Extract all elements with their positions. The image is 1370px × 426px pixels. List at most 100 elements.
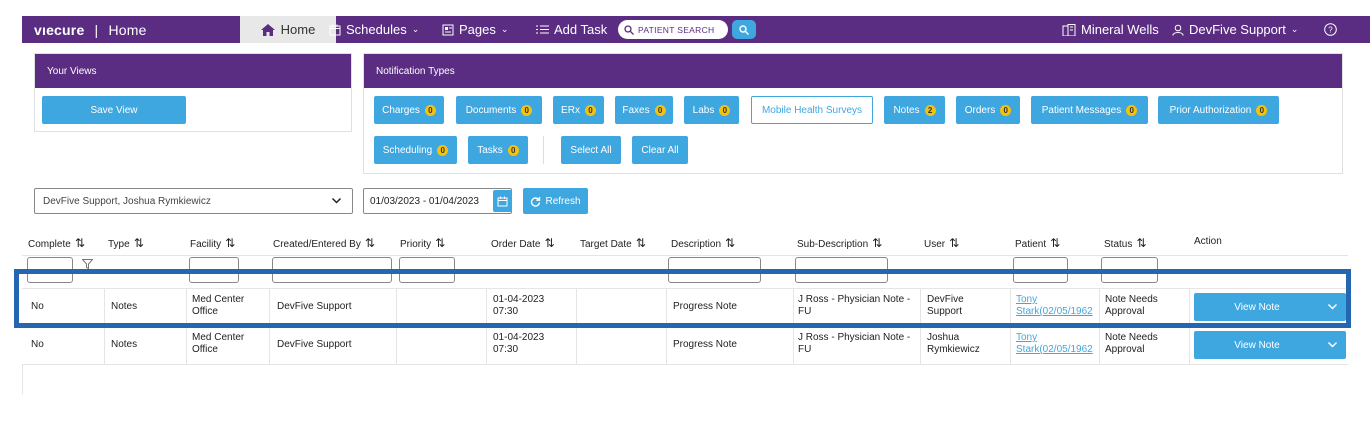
row-divider — [22, 288, 1348, 289]
header-created-by-label: Created/Entered By — [273, 239, 361, 250]
header-user-label: User — [924, 239, 946, 250]
view-note-label: View Note — [1234, 339, 1280, 351]
header-action: Action — [1194, 236, 1222, 247]
refresh-label: Refresh — [545, 195, 581, 207]
search-button[interactable] — [732, 20, 756, 39]
nav-home[interactable]: Home — [240, 16, 336, 43]
cell-complete: No — [31, 301, 44, 312]
notif-orders-button[interactable]: Orders 0 — [956, 96, 1020, 124]
clear-all-button[interactable]: Clear All — [632, 136, 688, 164]
save-view-button[interactable]: Save View — [42, 96, 186, 124]
your-views-title: Your Views — [35, 54, 351, 88]
notif-documents-button[interactable]: Documents 0 — [456, 96, 542, 124]
notif-charges-button[interactable]: Charges 0 — [374, 96, 444, 124]
select-all-button[interactable]: Select All — [561, 136, 621, 164]
sort-icon: ⇅ — [435, 236, 446, 250]
filter-patient[interactable] — [1013, 257, 1068, 283]
filter-sub-description[interactable] — [795, 257, 888, 283]
cell-order-date: 01-04-2023 07:30 — [493, 294, 545, 317]
brand[interactable]: vıecure | Home — [22, 22, 147, 38]
patient-link-line2: Stark(02/05/1962 — [1016, 306, 1093, 317]
filter-description[interactable] — [668, 257, 761, 283]
header-complete[interactable]: Complete ⇅ — [28, 236, 85, 250]
notif-orders-count: 0 — [1000, 104, 1012, 116]
filter-status[interactable] — [1101, 257, 1158, 283]
date-picker-button[interactable] — [493, 190, 512, 212]
notif-scheduling-button[interactable]: Scheduling 0 — [374, 136, 457, 164]
sort-icon: ⇅ — [872, 236, 883, 250]
header-status[interactable]: Status ⇅ — [1104, 236, 1146, 250]
notif-faxes-button[interactable]: Faxes 0 — [615, 96, 673, 124]
provider-select[interactable]: DevFive Support, Joshua Rymkiewicz — [34, 188, 353, 214]
building-icon — [1062, 23, 1076, 36]
svg-text:?: ? — [1328, 26, 1333, 35]
header-patient[interactable]: Patient ⇅ — [1015, 236, 1060, 250]
header-complete-label: Complete — [28, 239, 71, 250]
header-priority[interactable]: Priority ⇅ — [400, 236, 445, 250]
column-divider — [1189, 288, 1190, 364]
header-order-date[interactable]: Order Date ⇅ — [491, 236, 555, 250]
header-description[interactable]: Description ⇅ — [671, 236, 735, 250]
refresh-button[interactable]: Refresh — [523, 188, 588, 214]
patient-search-input[interactable]: PATIENT SEARCH — [618, 20, 728, 39]
patient-link-line2: Stark(02/05/1962 — [1016, 344, 1093, 355]
notif-charges-count: 0 — [424, 104, 436, 116]
notif-prior-authorization-button[interactable]: Prior Authorization 0 — [1158, 96, 1279, 124]
nav-schedules-label: Schedules — [346, 22, 407, 37]
location-selector[interactable]: Mineral Wells — [1062, 16, 1159, 43]
help-button[interactable]: ? — [1324, 16, 1337, 43]
filter-icon[interactable] — [81, 259, 94, 272]
notif-patient-messages-count: 0 — [1126, 104, 1138, 116]
cell-complete: No — [31, 339, 44, 350]
search-icon — [739, 24, 749, 35]
header-sub-description[interactable]: Sub-Description ⇅ — [797, 236, 882, 250]
filter-complete[interactable] — [27, 257, 73, 283]
date-range-input[interactable]: 01/03/2023 - 01/04/2023 — [363, 188, 512, 214]
sort-icon: ⇅ — [1050, 236, 1061, 250]
header-status-label: Status — [1104, 239, 1133, 250]
sort-icon: ⇅ — [225, 236, 236, 250]
notif-charges-label: Charges — [382, 104, 420, 116]
sort-icon: ⇅ — [725, 236, 736, 250]
notif-orders-label: Orders — [964, 104, 996, 116]
column-divider — [186, 288, 187, 364]
view-note-label: View Note — [1234, 301, 1280, 313]
sort-icon: ⇅ — [133, 236, 144, 250]
header-type[interactable]: Type ⇅ — [108, 236, 144, 250]
provider-select-value: DevFive Support, Joshua Rymkiewicz — [43, 195, 211, 207]
notif-notes-button[interactable]: Notes 2 — [884, 96, 945, 124]
notif-faxes-count: 0 — [654, 104, 666, 116]
filter-created-by[interactable] — [272, 257, 392, 283]
nav-add-task[interactable]: Add Task — [536, 16, 607, 43]
nav-schedules[interactable]: Schedules ⌄ — [329, 16, 419, 43]
divider — [543, 136, 544, 164]
cell-sub-description: J Ross - Physician Note - FU — [798, 332, 911, 355]
chevron-down-icon[interactable] — [1327, 339, 1338, 350]
cell-type: Notes — [111, 301, 138, 312]
header-facility[interactable]: Facility ⇅ — [190, 236, 235, 250]
notif-erx-count: 0 — [584, 104, 596, 116]
notif-tasks-label: Tasks — [477, 144, 503, 156]
chevron-down-icon[interactable] — [1327, 301, 1338, 312]
filter-priority[interactable] — [399, 257, 455, 283]
view-note-button[interactable]: View Note — [1194, 331, 1346, 359]
patient-link[interactable]: Tony Stark(02/05/1962 — [1016, 294, 1099, 318]
patient-link-line1: Tony — [1016, 294, 1038, 305]
notif-mobile-health-surveys-button[interactable]: Mobile Health Surveys — [751, 96, 873, 124]
header-created-by[interactable]: Created/Entered By ⇅ — [273, 236, 375, 250]
notif-erx-button[interactable]: ERx 0 — [553, 96, 604, 124]
notif-patient-messages-button[interactable]: Patient Messages 0 — [1031, 96, 1148, 124]
filter-facility[interactable] — [189, 257, 239, 283]
cell-description: Progress Note — [673, 301, 737, 312]
header-target-date[interactable]: Target Date ⇅ — [580, 236, 646, 250]
view-note-button[interactable]: View Note — [1194, 293, 1346, 321]
user-menu[interactable]: DevFive Support ⌄ — [1172, 16, 1298, 43]
notif-labs-button[interactable]: Labs 0 — [684, 96, 739, 124]
cell-created-by: DevFive Support — [277, 301, 352, 312]
column-divider — [1010, 288, 1011, 364]
notification-types-title: Notification Types — [364, 54, 1342, 88]
patient-link[interactable]: Tony Stark(02/05/1962 — [1016, 332, 1099, 356]
header-user[interactable]: User ⇅ — [924, 236, 959, 250]
nav-pages[interactable]: Pages ⌄ — [442, 16, 508, 43]
notif-tasks-button[interactable]: Tasks 0 — [468, 136, 528, 164]
